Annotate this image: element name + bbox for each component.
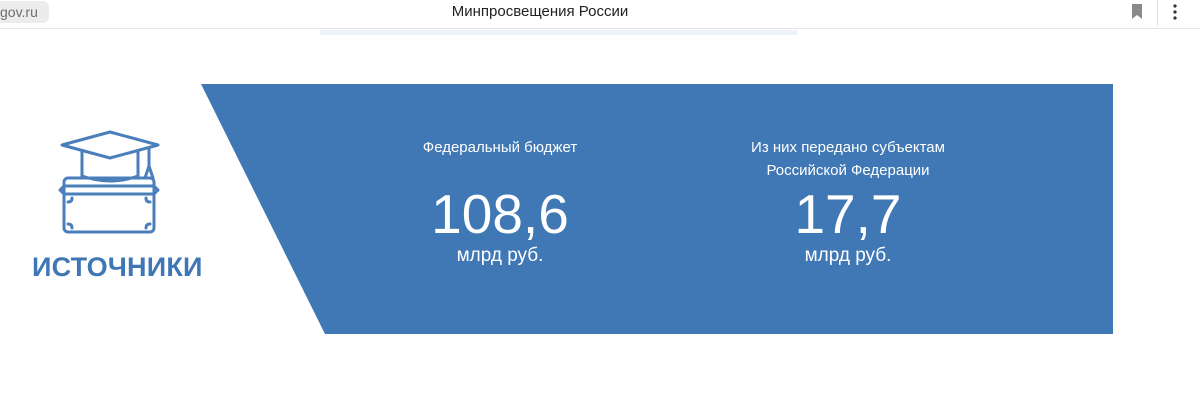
stat-value: 108,6	[431, 183, 569, 245]
stat-unit: млрд руб.	[456, 245, 544, 266]
header-underline-band	[320, 30, 797, 35]
stat-label-line-2: Российской Федерации	[766, 162, 930, 179]
address-bar-url[interactable]: gov.ru	[0, 1, 49, 23]
kebab-menu-icon[interactable]	[1172, 4, 1178, 20]
stat-label-line-1: Из них передано субъектам	[751, 139, 945, 156]
sources-heading: ИСТОЧНИКИ	[32, 252, 203, 282]
page-title: Минпросвещения России	[451, 3, 629, 20]
stat-transferred-to-regions: Из них передано субъектам Российской Фед…	[718, 136, 978, 268]
stat-federal-budget: Федеральный бюджет 108,6 млрд руб.	[380, 136, 620, 268]
browser-top-bar: gov.ru Минпросвещения России	[0, 0, 1200, 29]
graduation-cap-suitcase-icon	[58, 130, 160, 234]
stat-value: 17,7	[794, 183, 902, 245]
stat-label: Федеральный бюджет	[422, 139, 578, 156]
toolbar-divider	[1157, 0, 1158, 26]
stat-unit: млрд руб.	[804, 245, 892, 266]
bookmark-icon[interactable]	[1131, 4, 1143, 19]
